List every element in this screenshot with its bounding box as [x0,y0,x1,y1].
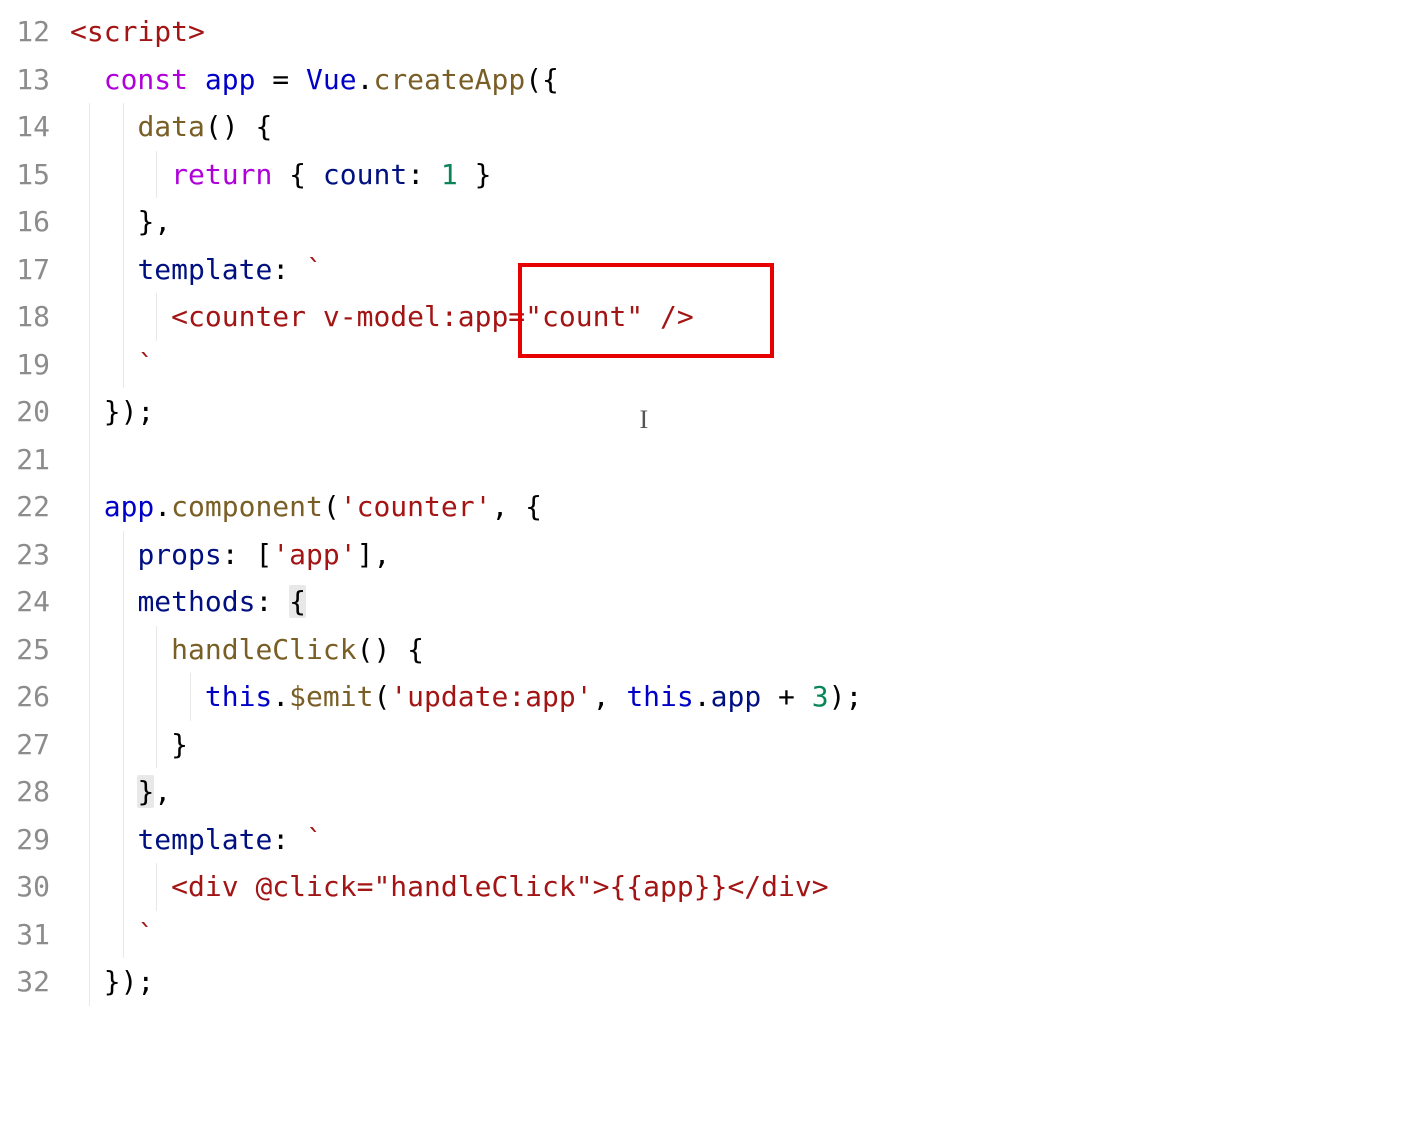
code-line[interactable]: }, [70,768,1414,816]
code-line[interactable]: <counter v-model:app="count" /> [70,293,1414,341]
line-number: 28 [10,768,50,816]
line-number: 18 [10,293,50,341]
code-line[interactable]: return { count: 1 } [70,151,1414,199]
code-text: methods: { [70,585,306,618]
code-text: }); [70,395,154,428]
code-line[interactable]: ` [70,911,1414,959]
line-number: 21 [10,436,50,484]
code-line[interactable]: const app = Vue.createApp({ [70,56,1414,104]
code-text: props: ['app'], [70,538,390,571]
line-number: 14 [10,103,50,151]
code-text: ` [70,918,154,951]
line-number: 26 [10,673,50,721]
code-area[interactable]: <script> const app = Vue.createApp({ dat… [70,8,1414,1006]
line-number: 17 [10,246,50,294]
code-text: handleClick() { [70,633,424,666]
code-line[interactable]: template: ` [70,246,1414,294]
code-text: <counter v-model:app="count" /> [70,300,694,333]
code-text: <div @click="handleClick">{{app}}</div> [70,870,829,903]
line-number: 31 [10,911,50,959]
code-text: }, [70,205,171,238]
line-number: 16 [10,198,50,246]
code-line[interactable]: }); [70,958,1414,1006]
code-line[interactable]: handleClick() { [70,626,1414,674]
code-text: app.component('counter', { [70,490,542,523]
line-number: 13 [10,56,50,104]
line-number: 32 [10,958,50,1006]
code-editor[interactable]: 1213141516171819202122232425262728293031… [0,0,1414,1006]
indent-guide [89,436,90,484]
code-line[interactable]: data() { [70,103,1414,151]
line-number: 15 [10,151,50,199]
code-text: return { count: 1 } [70,158,491,191]
line-number: 25 [10,626,50,674]
line-number: 27 [10,721,50,769]
line-number: 24 [10,578,50,626]
code-text: this.$emit('update:app', this.app + 3); [70,680,862,713]
code-text: template: ` [70,823,323,856]
line-number: 12 [10,8,50,56]
code-text: }, [70,775,171,808]
code-text: const app = Vue.createApp({ [70,63,559,96]
code-line[interactable]: this.$emit('update:app', this.app + 3); [70,673,1414,721]
code-line[interactable]: template: ` [70,816,1414,864]
code-line[interactable]: app.component('counter', { [70,483,1414,531]
code-line[interactable]: }); [70,388,1414,436]
code-line[interactable]: methods: { [70,578,1414,626]
code-text: } [70,728,188,761]
code-line[interactable]: props: ['app'], [70,531,1414,579]
code-text: data() { [70,110,272,143]
line-number: 19 [10,341,50,389]
line-number: 23 [10,531,50,579]
line-number: 30 [10,863,50,911]
code-line[interactable]: <div @click="handleClick">{{app}}</div> [70,863,1414,911]
code-line[interactable]: }, [70,198,1414,246]
line-number: 20 [10,388,50,436]
code-text: <script> [70,15,205,48]
code-text: }); [70,965,154,998]
code-line[interactable]: } [70,721,1414,769]
line-number: 29 [10,816,50,864]
code-line[interactable]: <script> [70,8,1414,56]
line-number: 22 [10,483,50,531]
code-line[interactable]: ` [70,341,1414,389]
code-line[interactable] [70,436,1414,484]
code-text: template: ` [70,253,323,286]
code-text: ` [70,348,154,381]
line-number-gutter: 1213141516171819202122232425262728293031… [0,8,70,1006]
